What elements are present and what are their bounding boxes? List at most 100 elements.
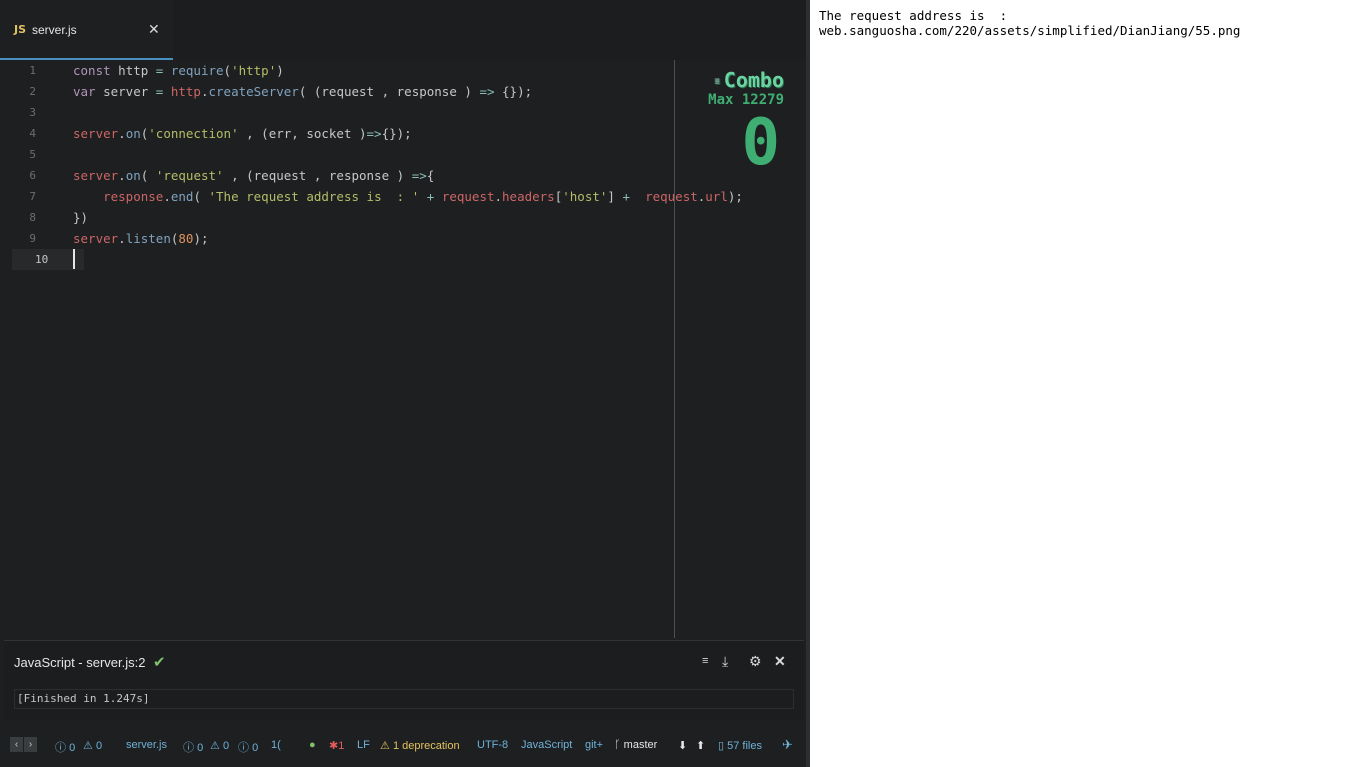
browser-response-text: The request address is : web.sanguosha.c… [819, 8, 1241, 38]
info-circle-icon: ⓘ [183, 742, 194, 754]
bug-report[interactable]: ✱1 [329, 739, 344, 752]
code-token: ( [193, 189, 209, 204]
code-token: => [366, 126, 382, 141]
status-file-name[interactable]: server.js [126, 739, 167, 751]
warning-triangle-icon: ⚠ [83, 740, 93, 752]
code-token: 'request' [155, 168, 224, 183]
code-token: server [73, 168, 119, 183]
deprecation-cop[interactable]: ⚠ 1 deprecation [380, 739, 460, 752]
git-pull-icon[interactable]: ⬇ [678, 739, 687, 752]
combo-count: 0 [741, 106, 780, 180]
code-token: ); [727, 189, 743, 204]
tab-bar: JS server.js ✕ [0, 0, 806, 60]
git-status[interactable]: git+ [585, 739, 603, 751]
code-line[interactable]: server.listen(80); [73, 228, 209, 249]
code-token: . [163, 189, 171, 204]
js-file-icon: JS [14, 23, 27, 36]
code-token: 'host' [562, 189, 608, 204]
file-icon: ▯ [718, 740, 725, 752]
code-token: ( [223, 63, 232, 78]
script-output-panel: JavaScript - server.js:2 ✔ ≡ ⤓ ⚙ ✕ [Fini… [4, 640, 804, 720]
line-number: 3 [29, 106, 36, 119]
code-token: => [479, 84, 495, 99]
git-push-icon[interactable]: ⬆ [696, 739, 705, 752]
panel-title: JavaScript - server.js:2 [14, 655, 146, 670]
line-number: 1 [29, 64, 36, 77]
code-token: server [95, 84, 156, 99]
tab-close-icon[interactable]: ✕ [148, 21, 160, 38]
linter-errors[interactable]: ⓘ 0 [55, 739, 75, 755]
lint-hint-count[interactable]: ⓘ 0 [238, 739, 258, 755]
settings-icon[interactable]: ⚙ [749, 653, 762, 670]
code-line[interactable]: server.on('connection' , (err, socket )=… [73, 123, 412, 144]
code-token: ) [276, 63, 284, 78]
panel-output: [Finished in 1.247s] [14, 689, 794, 709]
code-token: request [645, 189, 698, 204]
code-token: server [73, 126, 119, 141]
git-branch[interactable]: ᚴ master [614, 739, 657, 751]
code-line[interactable]: var server = http.createServer( (request… [73, 81, 532, 102]
code-token: const [73, 63, 111, 78]
grammar-selector[interactable]: JavaScript [521, 739, 572, 751]
code-line[interactable]: }) [73, 207, 88, 228]
code-token: . [118, 231, 126, 246]
code-token: ( [140, 168, 156, 183]
code-token: , (request , response ) [223, 168, 412, 183]
hint-icon: ⓘ [238, 742, 249, 754]
error-circle-icon: ⓘ [55, 742, 66, 754]
code-token: http [110, 63, 156, 78]
line-number: 6 [29, 169, 36, 182]
nav-back-button[interactable]: ‹ [10, 737, 23, 752]
warning-icon: ⚠ [210, 740, 220, 752]
code-editor[interactable]: 1 2 3 4 5 6 7 8 9 10 const http = require('http')… [0, 60, 806, 638]
file-encoding[interactable]: UTF-8 [477, 739, 508, 751]
line-number: 8 [29, 211, 36, 224]
code-token: 80 [178, 231, 194, 246]
project-files[interactable]: ▯ 57 files [718, 739, 762, 752]
text-cursor [73, 249, 75, 269]
scroll-lock-icon[interactable]: ≡ [702, 655, 708, 667]
cursor-position[interactable]: 1( [271, 739, 281, 751]
combo-mark-icon: ≡ [714, 76, 720, 87]
code-token: , (err, socket ) [238, 126, 367, 141]
editor-window: JS server.js ✕ 1 2 3 4 5 6 7 8 9 10 const http = … [0, 0, 810, 767]
line-number-gutter: 1 2 3 4 5 6 7 8 9 10 [0, 60, 84, 638]
code-token: + [622, 189, 630, 204]
code-token: listen [125, 231, 171, 246]
code-line[interactable]: server.on( 'request' , (request , respon… [73, 165, 434, 186]
panel-close-icon[interactable]: ✕ [774, 653, 786, 670]
code-line[interactable]: const http = require('http') [73, 60, 284, 81]
code-token: 'http' [231, 63, 277, 78]
combo-label: ≡ Combo [714, 68, 784, 92]
code-token: end [170, 189, 194, 204]
code-token: response [103, 189, 164, 204]
code-token: . [118, 126, 126, 141]
code-token: . [118, 168, 126, 183]
code-token: server [73, 231, 119, 246]
code-token: ( (request , response ) [298, 84, 480, 99]
status-dot-icon: ● [309, 739, 316, 751]
code-token: . [200, 84, 209, 99]
code-token: createServer [208, 84, 299, 99]
line-number: 4 [29, 127, 36, 140]
nav-forward-button[interactable]: › [24, 737, 37, 752]
linter-warnings[interactable]: ⚠ 0 [83, 739, 102, 752]
line-ending[interactable]: LF [357, 739, 370, 751]
code-token: => [411, 168, 427, 183]
code-token: {}); [381, 126, 412, 141]
lint-info-count[interactable]: ⓘ 0 [183, 739, 203, 755]
squirrel-update-icon[interactable]: ✈ [782, 737, 793, 753]
status-bar: ‹ › ⓘ 0 ⚠ 0 server.js ⓘ 0 ⚠ 0 ⓘ 0 1( ● ✱… [0, 722, 806, 767]
code-line[interactable]: response.end( 'The request address is : … [73, 186, 743, 207]
tab-server-js[interactable]: JS server.js ✕ [0, 0, 173, 60]
code-token: on [125, 168, 141, 183]
code-token: 'The request address is : ' [208, 189, 420, 204]
lint-warning-count[interactable]: ⚠ 0 [210, 739, 229, 752]
download-icon[interactable]: ⤓ [722, 653, 728, 670]
line-number: 9 [29, 232, 36, 245]
